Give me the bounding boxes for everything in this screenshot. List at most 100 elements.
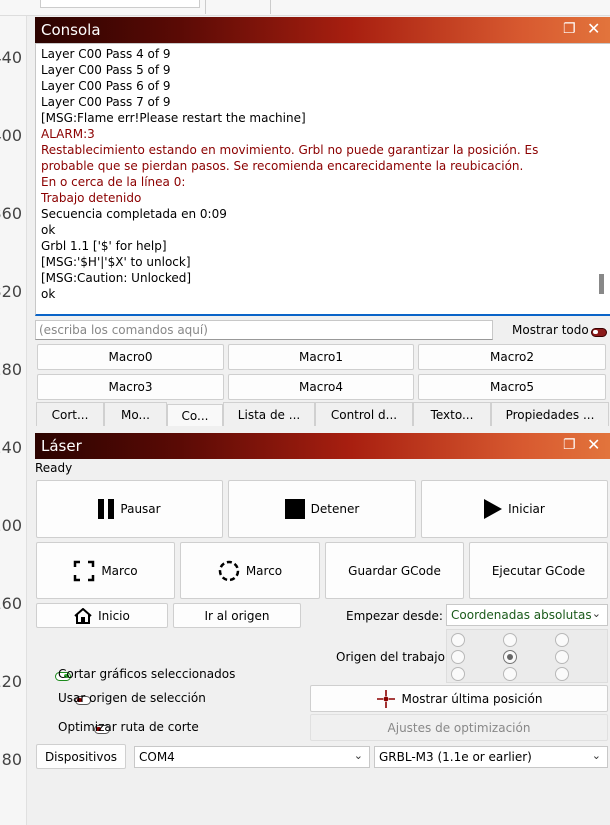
- frame-label: Marco: [101, 563, 138, 578]
- macro-3-button[interactable]: Macro3: [37, 374, 224, 400]
- show-all-toggle[interactable]: [591, 328, 607, 337]
- ruler-label: 80: [1, 750, 22, 769]
- frame-round-button[interactable]: Marco: [180, 542, 320, 599]
- console-line: Secuencia completada en 0:09: [41, 207, 227, 221]
- show-last-position-button[interactable]: Mostrar última posición: [310, 685, 608, 712]
- macro-0-button[interactable]: Macro0: [37, 344, 224, 370]
- job-origin-label: Origen del trabajo: [336, 650, 445, 664]
- ruler-label: 440: [0, 48, 22, 67]
- frame-round-label: Marco: [245, 563, 283, 578]
- firmware-value: GRBL-M3 (1.1e or earlier): [379, 750, 532, 764]
- start-button[interactable]: Iniciar: [421, 480, 608, 538]
- ruler-label: 240: [0, 438, 22, 457]
- command-input[interactable]: (escriba los comandos aquí): [35, 320, 493, 340]
- origin-radio-top-center[interactable]: [503, 633, 517, 647]
- tab-properties[interactable]: Propiedades ...: [491, 402, 609, 426]
- tab-move[interactable]: Mo...: [104, 402, 167, 426]
- show-all-label: Mostrar todo: [512, 323, 589, 337]
- origin-radio-bottom-center[interactable]: [503, 667, 517, 681]
- console-scrollbar[interactable]: [599, 274, 604, 294]
- start-from-select[interactable]: Coordenadas absolutas ⌄: [446, 604, 608, 626]
- goto-origin-button[interactable]: Ir al origen: [173, 603, 301, 628]
- origin-radio-top-right[interactable]: [555, 633, 569, 647]
- home-icon: [74, 607, 92, 624]
- console-panel-header[interactable]: Consola ❐ ✕: [35, 17, 610, 43]
- tab-control[interactable]: Control d...: [315, 402, 413, 426]
- macro-5-button[interactable]: Macro5: [418, 374, 606, 400]
- divider: [270, 0, 271, 14]
- devices-button[interactable]: Dispositivos: [36, 744, 126, 769]
- laser-panel-title: Láser: [41, 437, 82, 455]
- show-last-position-label: Mostrar última posición: [401, 691, 543, 706]
- job-origin-grid: [446, 629, 608, 683]
- tab-cuts[interactable]: Cort...: [36, 402, 104, 426]
- chevron-down-icon: ⌄: [591, 607, 601, 620]
- start-from-label: Empezar desde:: [346, 609, 443, 623]
- console-line-error: En o cerca de la línea 0:: [41, 175, 186, 189]
- vertical-ruler: 440 400 360 320 280 240 200 160 120 80: [0, 16, 27, 825]
- ruler-label: 280: [0, 360, 22, 379]
- pause-button[interactable]: Pausar: [36, 480, 223, 538]
- close-icon[interactable]: ✕: [587, 435, 600, 454]
- pause-icon: [98, 499, 115, 519]
- firmware-select[interactable]: GRBL-M3 (1.1e or earlier) ⌄: [374, 746, 608, 768]
- start-label: Iniciar: [508, 502, 545, 516]
- origin-radio-center[interactable]: [503, 650, 517, 664]
- macro-4-button[interactable]: Macro4: [228, 374, 414, 400]
- origin-radio-bottom-right[interactable]: [555, 667, 569, 681]
- pause-label: Pausar: [120, 502, 161, 516]
- use-selection-origin-label: Usar origen de selección: [58, 691, 206, 705]
- close-icon[interactable]: ✕: [587, 19, 600, 38]
- console-line: ok: [41, 287, 56, 301]
- console-line: [MSG:'$H'|'$X' to unlock]: [41, 255, 191, 269]
- console-line: Layer C00 Pass 5 of 9: [41, 63, 171, 77]
- optimization-settings-button[interactable]: Ajustes de optimización: [310, 714, 608, 741]
- console-line: Layer C00 Pass 4 of 9: [41, 47, 171, 61]
- console-line-error: ALARM:3: [41, 127, 95, 141]
- divider: [205, 0, 206, 14]
- ruler-label: 120: [0, 672, 22, 691]
- ruler-label: 200: [0, 516, 22, 535]
- laser-status-text: Ready: [35, 461, 73, 475]
- console-line: Layer C00 Pass 6 of 9: [41, 79, 171, 93]
- chevron-down-icon: ⌄: [591, 749, 601, 762]
- origin-radio-bottom-left[interactable]: [451, 667, 465, 681]
- origin-radio-middle-right[interactable]: [555, 650, 569, 664]
- run-gcode-button[interactable]: Ejecutar GCode: [469, 542, 608, 599]
- origin-radio-top-left[interactable]: [451, 633, 465, 647]
- console-line: ok: [41, 223, 56, 237]
- console-line: [MSG:Flame err!Please restart the machin…: [41, 111, 306, 125]
- origin-radio-middle-left[interactable]: [451, 650, 465, 664]
- laser-panel-header[interactable]: Láser ❐ ✕: [35, 433, 610, 459]
- tab-list[interactable]: Lista de ...: [223, 402, 315, 426]
- console-line-error: Trabajo detenido: [41, 191, 142, 205]
- ruler-label: 400: [0, 126, 22, 145]
- chevron-down-icon: ⌄: [353, 749, 363, 762]
- optimize-route-label: Optimizar ruta de corte: [58, 720, 199, 734]
- frame-square-icon: [74, 560, 95, 581]
- console-line: Layer C00 Pass 7 of 9: [41, 95, 171, 109]
- tab-text[interactable]: Texto...: [413, 402, 491, 426]
- top-input-fragment[interactable]: [40, 0, 200, 8]
- console-output[interactable]: Layer C00 Pass 4 of 9 Layer C00 Pass 5 o…: [35, 43, 610, 316]
- top-toolbar-strip: [0, 0, 610, 16]
- play-icon: [484, 499, 503, 519]
- ruler-label: 360: [0, 204, 22, 223]
- start-from-value: Coordenadas absolutas: [451, 608, 592, 622]
- stop-button[interactable]: Detener: [228, 480, 416, 538]
- console-line: Grbl 1.1 ['$' for help]: [41, 239, 167, 253]
- home-button[interactable]: Inicio: [36, 603, 168, 628]
- save-gcode-button[interactable]: Guardar GCode: [325, 542, 464, 599]
- ruler-label: 320: [0, 282, 22, 301]
- console-line-error: Restablecimiento estando en movimiento. …: [41, 143, 539, 173]
- tab-console[interactable]: Co...: [167, 404, 223, 426]
- restore-icon[interactable]: ❐: [563, 437, 576, 453]
- stop-icon: [284, 499, 305, 519]
- macro-1-button[interactable]: Macro1: [228, 344, 414, 370]
- frame-button[interactable]: Marco: [36, 542, 175, 599]
- restore-icon[interactable]: ❐: [563, 21, 576, 37]
- port-value: COM4: [139, 750, 175, 764]
- macro-2-button[interactable]: Macro2: [418, 344, 606, 370]
- console-panel-title: Consola: [41, 21, 101, 39]
- port-select[interactable]: COM4 ⌄: [134, 746, 370, 768]
